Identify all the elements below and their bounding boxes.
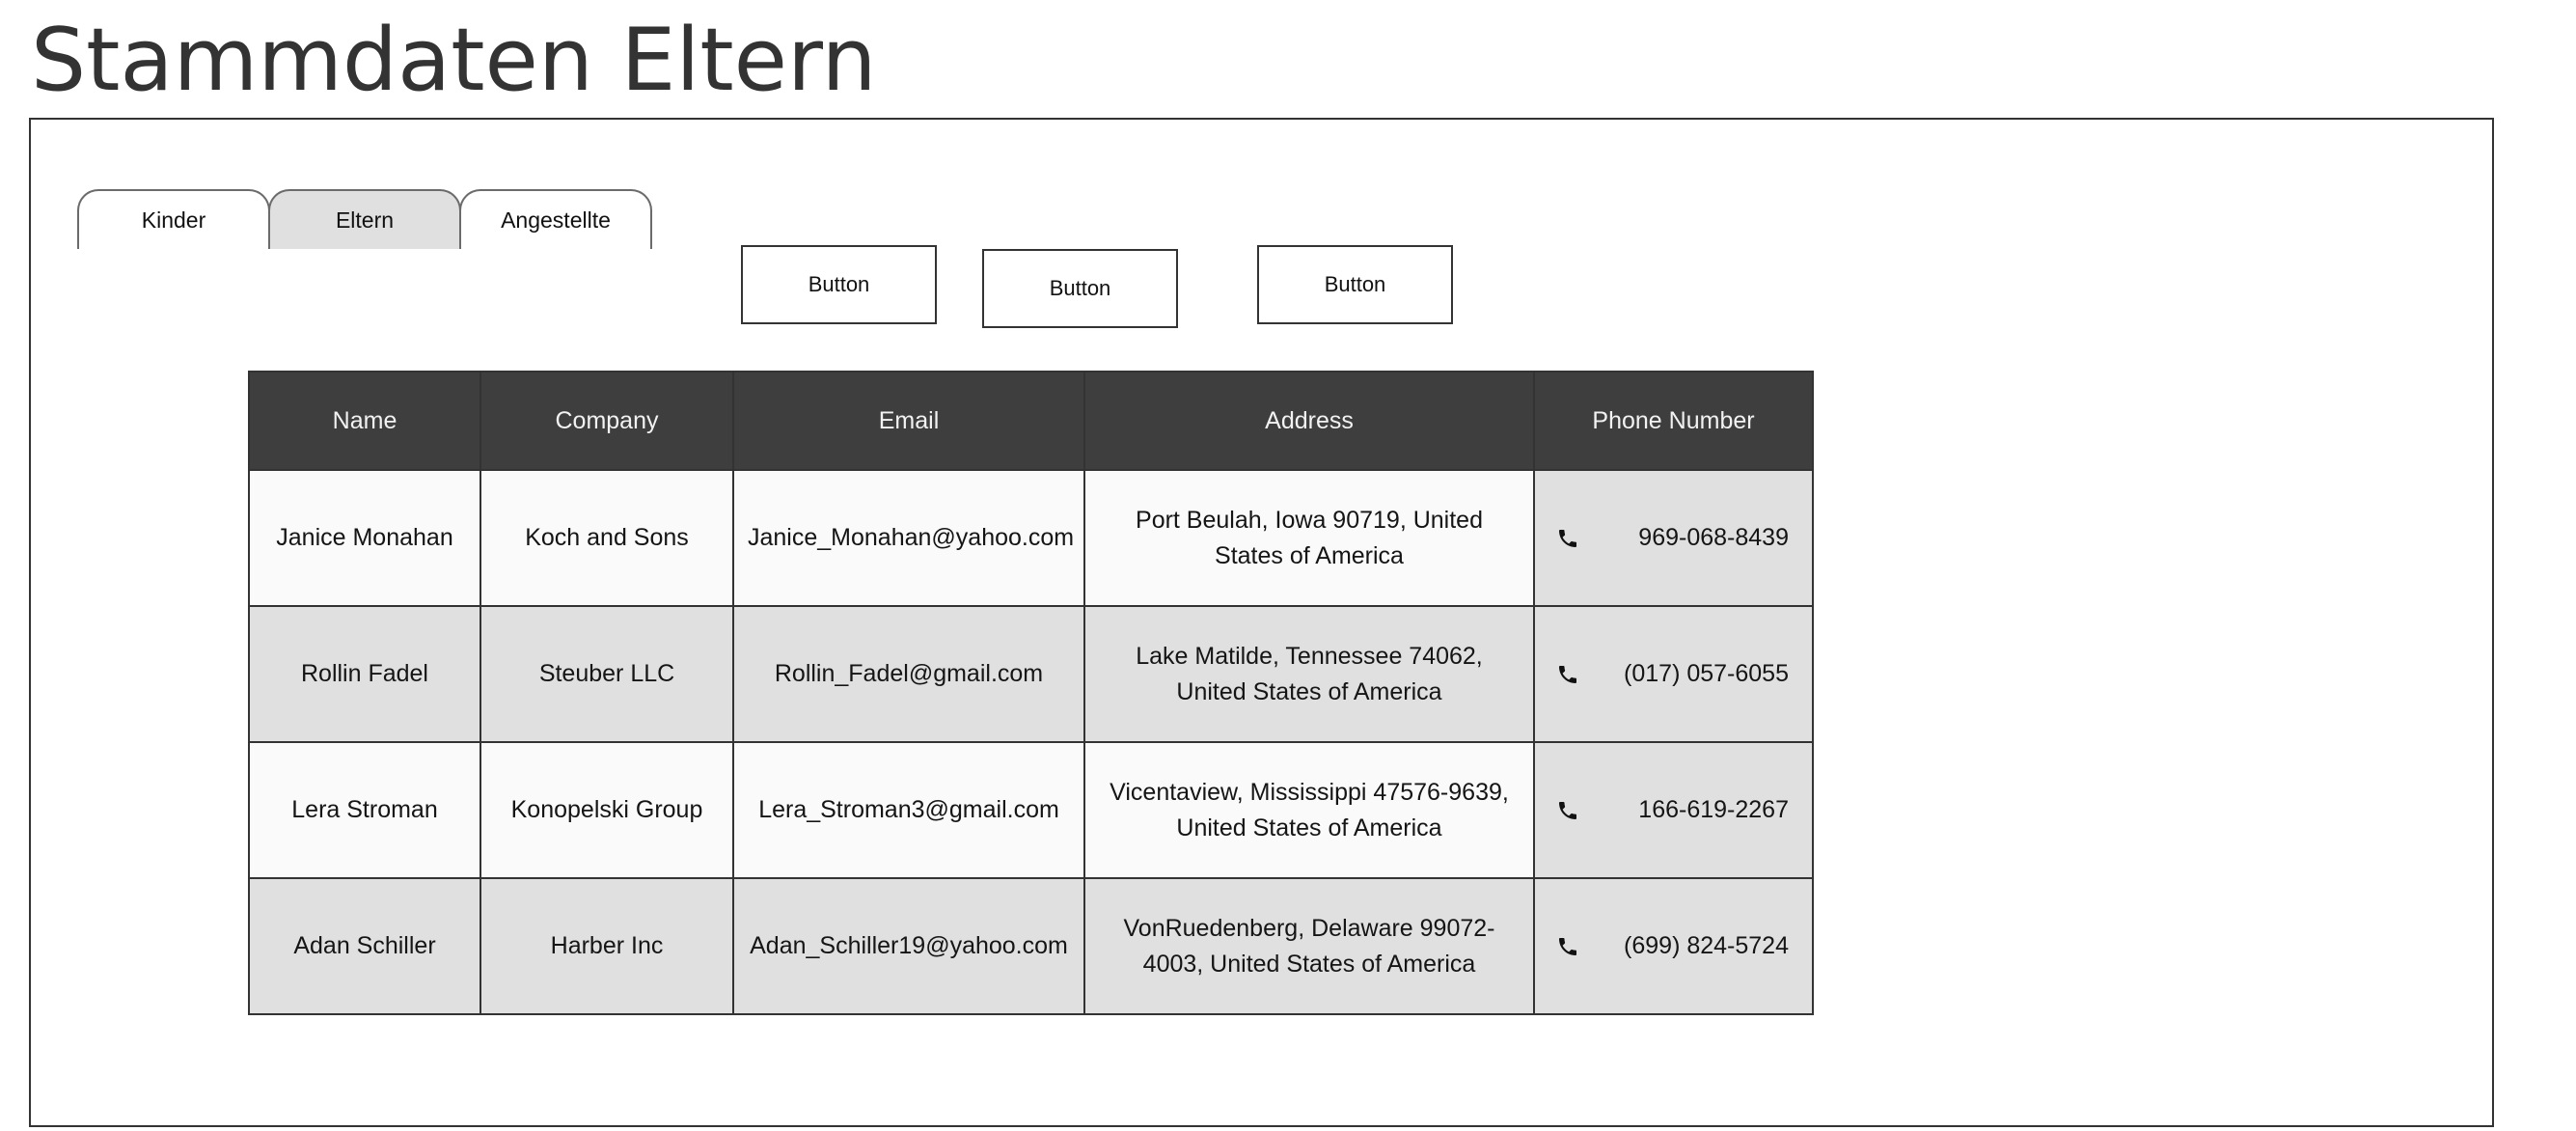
cell-address: Port Beulah, Iowa 90719, United States o… <box>1083 469 1535 607</box>
phone-wrap: (699) 824-5724 <box>1548 928 1798 964</box>
action-button-3[interactable]: Button <box>1257 245 1453 324</box>
action-button-1[interactable]: Button <box>741 245 937 324</box>
phone-icon <box>1559 801 1576 819</box>
cell-name: Adan Schiller <box>248 877 481 1015</box>
tab-kinder[interactable]: Kinder <box>77 189 270 249</box>
column-header-name[interactable]: Name <box>248 371 481 471</box>
cell-address: Vicentaview, Mississippi 47576-9639, Uni… <box>1083 741 1535 879</box>
column-header-phone[interactable]: Phone Number <box>1533 371 1814 471</box>
cell-company: Steuber LLC <box>480 605 734 743</box>
cell-email: Janice_Monahan@yahoo.com <box>732 469 1085 607</box>
phone-number: (017) 057-6055 <box>1624 660 1789 687</box>
phone-icon <box>1559 529 1576 547</box>
cell-name: Lera Stroman <box>248 741 481 879</box>
table-row[interactable]: Rollin Fadel Steuber LLC Rollin_Fadel@gm… <box>248 605 1814 743</box>
cell-address: VonRuedenberg, Delaware 99072-4003, Unit… <box>1083 877 1535 1015</box>
phone-wrap: 166-619-2267 <box>1548 792 1798 828</box>
parents-table: Name Company Email Address Phone Number … <box>248 371 1814 1015</box>
cell-company: Konopelski Group <box>480 741 734 879</box>
phone-number: 166-619-2267 <box>1638 796 1789 823</box>
column-header-company[interactable]: Company <box>480 371 734 471</box>
phone-icon <box>1559 665 1576 683</box>
table-row[interactable]: Janice Monahan Koch and Sons Janice_Mona… <box>248 469 1814 607</box>
action-button-2[interactable]: Button <box>982 249 1178 328</box>
phone-wrap: (017) 057-6055 <box>1548 656 1798 692</box>
tab-bar: Kinder Eltern Angestellte <box>77 189 652 249</box>
tab-angestellte[interactable]: Angestellte <box>459 189 652 249</box>
cell-name: Rollin Fadel <box>248 605 481 743</box>
cell-email: Adan_Schiller19@yahoo.com <box>732 877 1085 1015</box>
cell-email: Rollin_Fadel@gmail.com <box>732 605 1085 743</box>
phone-wrap: 969-068-8439 <box>1548 520 1798 556</box>
cell-company: Harber Inc <box>480 877 734 1015</box>
cell-phone: (699) 824-5724 <box>1533 877 1814 1015</box>
tab-eltern[interactable]: Eltern <box>268 189 461 249</box>
page-title: Stammdaten Eltern <box>31 10 877 111</box>
column-header-email[interactable]: Email <box>732 371 1085 471</box>
column-header-address[interactable]: Address <box>1083 371 1535 471</box>
cell-phone: 969-068-8439 <box>1533 469 1814 607</box>
cell-phone: 166-619-2267 <box>1533 741 1814 879</box>
table-row[interactable]: Adan Schiller Harber Inc Adan_Schiller19… <box>248 877 1814 1015</box>
cell-address: Lake Matilde, Tennessee 74062, United St… <box>1083 605 1535 743</box>
cell-email: Lera_Stroman3@gmail.com <box>732 741 1085 879</box>
cell-name: Janice Monahan <box>248 469 481 607</box>
table-row[interactable]: Lera Stroman Konopelski Group Lera_Strom… <box>248 741 1814 879</box>
phone-number: (699) 824-5724 <box>1624 932 1789 959</box>
table-header-row: Name Company Email Address Phone Number <box>248 371 1814 471</box>
cell-company: Koch and Sons <box>480 469 734 607</box>
phone-icon <box>1559 937 1576 955</box>
cell-phone: (017) 057-6055 <box>1533 605 1814 743</box>
phone-number: 969-068-8439 <box>1638 524 1789 551</box>
